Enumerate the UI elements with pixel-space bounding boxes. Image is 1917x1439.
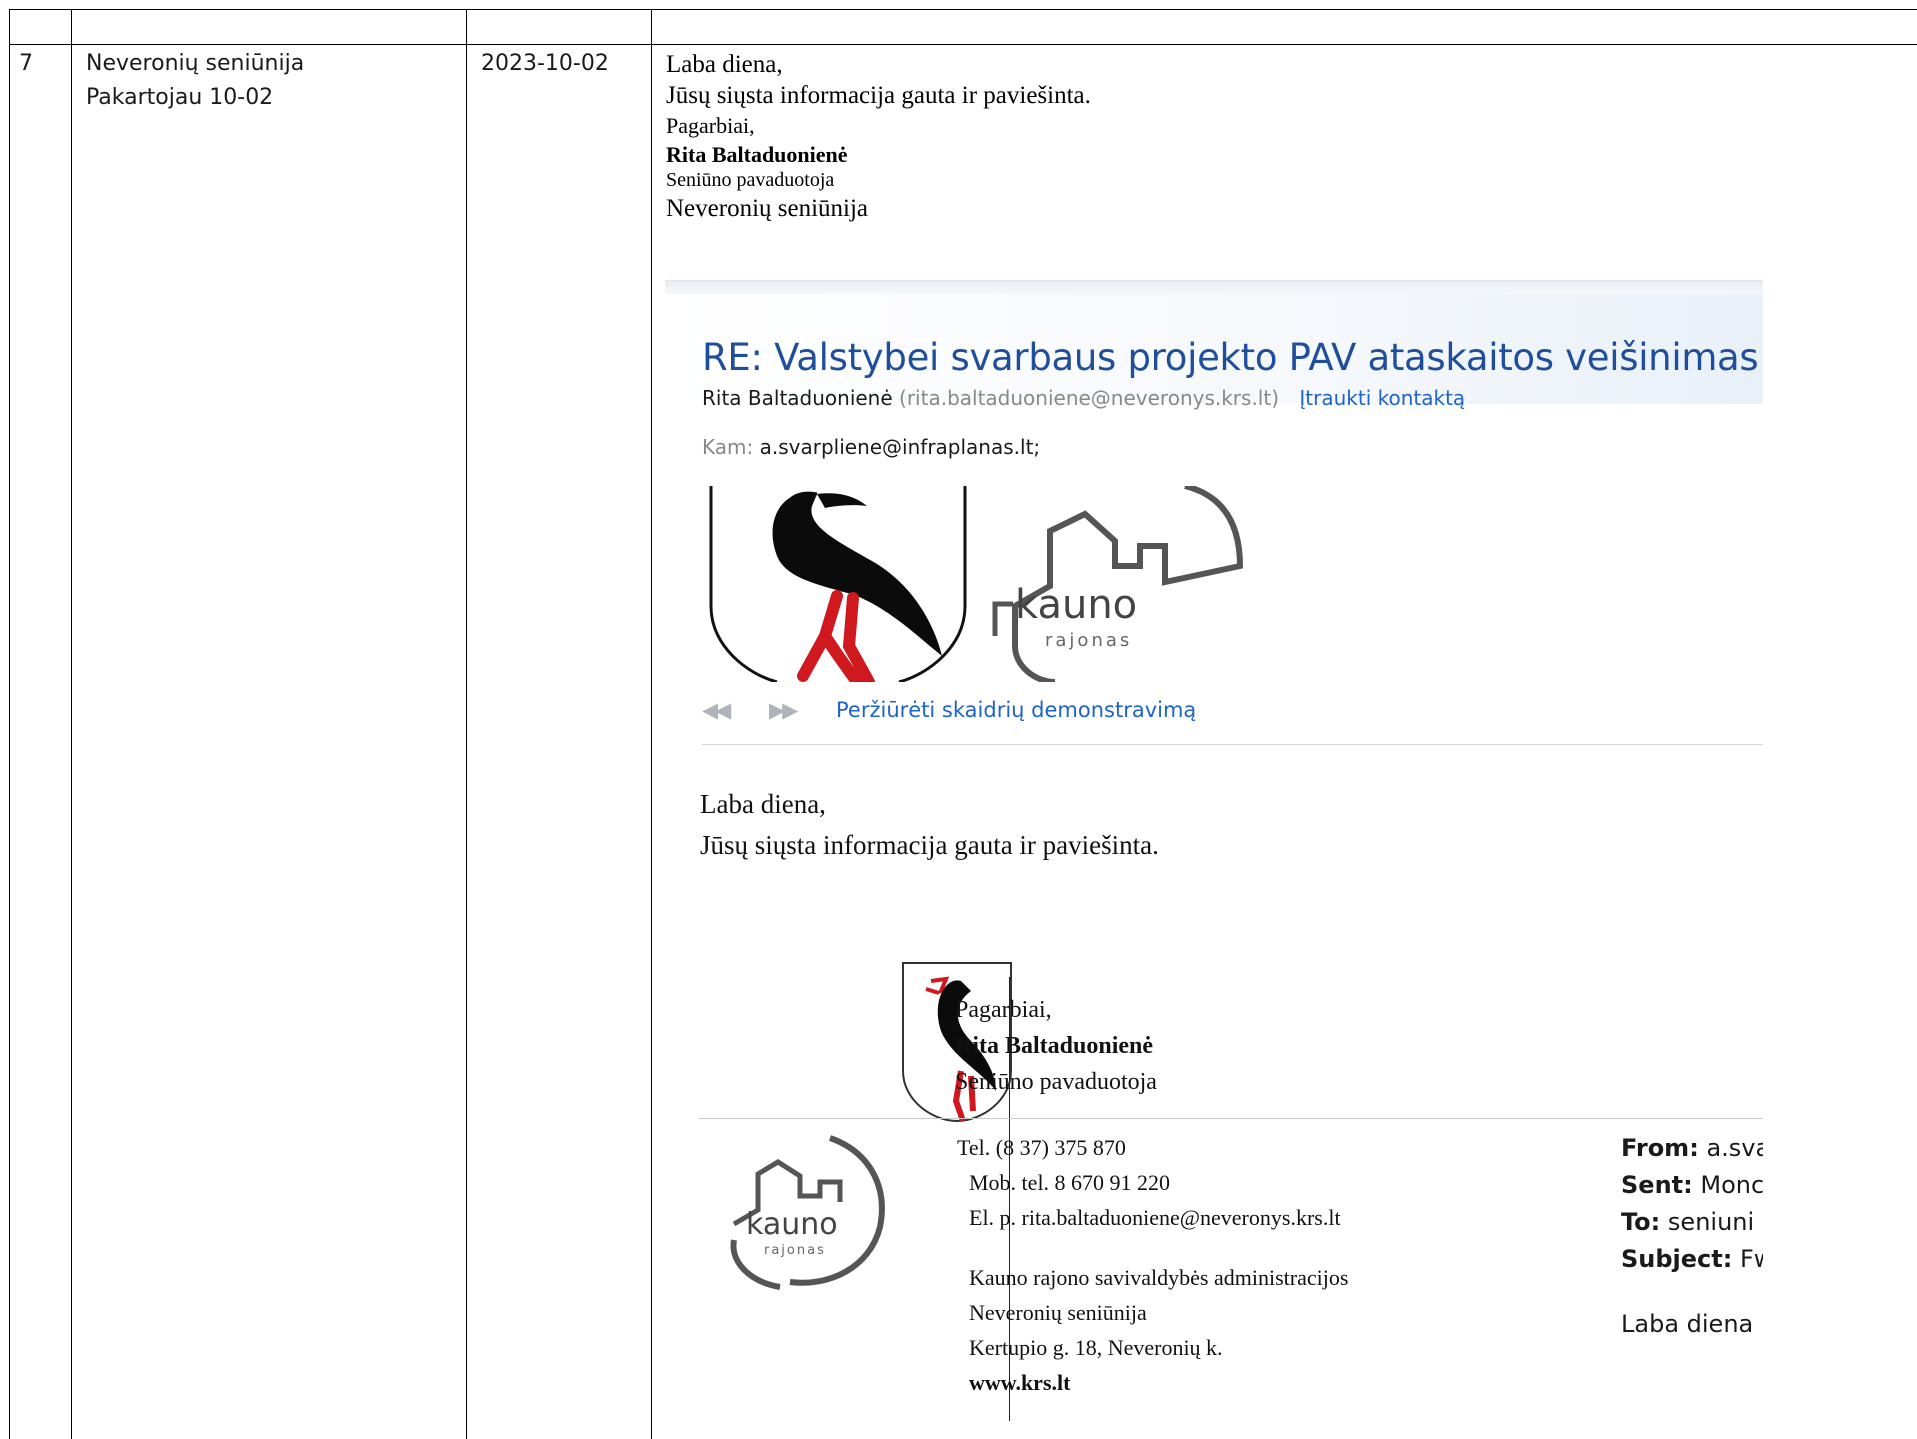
contact-mobile: Mob. tel. 8 670 91 220 — [969, 1170, 1171, 1195]
meta-subject-value: Fw — [1740, 1245, 1763, 1273]
contact-email: El. p. rita.baltaduoniene@neveronys.krs.… — [969, 1205, 1341, 1230]
col-border-1 — [71, 9, 72, 1439]
slideshow-bar: ◀◀ ▶▶ Peržiūrėti skaidrių demonstravimą — [702, 698, 1196, 722]
org-name: Neveronių seniūnija — [86, 51, 305, 76]
view-slideshow-link[interactable]: Peržiūrėti skaidrių demonstravimą — [836, 698, 1196, 722]
email-body: Laba diena, Jūsų siųsta informacija gaut… — [700, 784, 1159, 866]
col-border-3 — [651, 9, 652, 1439]
row-number: 7 — [19, 51, 33, 76]
email-separator — [702, 744, 1763, 745]
kauno-logo-word: kauno — [1015, 582, 1137, 628]
email-sender-name: Rita Baltaduonienė — [702, 386, 893, 410]
letter-signer-name: Rita Baltaduonienė — [666, 142, 848, 167]
meta-sent: Sent: Monc — [1621, 1167, 1763, 1204]
stork-icon — [709, 486, 967, 682]
sig-kauno-logo-word: kauno — [746, 1207, 838, 1242]
meta-from: From: a.sva — [1621, 1130, 1763, 1167]
email-subject: RE: Valstybei svarbaus projekto PAV atas… — [702, 336, 1759, 379]
email-body-greeting: Laba diena, — [700, 789, 826, 819]
sig-regards: Pagarbiai, — [955, 997, 1052, 1023]
kauno-logo-icon: kauno rajonas — [992, 486, 1244, 682]
header-row-bottom — [9, 44, 1917, 45]
letter-regards: Pagarbiai, — [666, 113, 755, 138]
email-to-value: a.svarpliene@infraplanas.lt; — [759, 435, 1041, 459]
signature-separator — [699, 1118, 1763, 1119]
letter-signer-org: Neveronių seniūnija — [666, 195, 869, 222]
forwarded-meta: From: a.sva Sent: Monc To: seniuni Subje… — [1621, 1130, 1763, 1343]
meta-from-label: From: — [1621, 1134, 1699, 1162]
letter-text: Laba diena, Jūsų siųsta informacija gaut… — [666, 49, 1091, 224]
sig-position: Seniūno pavaduotoja — [955, 1069, 1157, 1095]
signature-kauno-logo-icon: kauno rajonas — [730, 1135, 885, 1290]
next-arrow-icon[interactable]: ▶▶ — [769, 698, 798, 722]
email-sender-address: (rita.baltaduoniene@neveronys.krs.lt) — [899, 386, 1280, 410]
table-border-top — [9, 9, 1917, 10]
prev-arrow-icon[interactable]: ◀◀ — [702, 698, 731, 722]
contact-info: Tel. (8 37) 375 870 Mob. tel. 8 670 91 2… — [957, 1130, 1348, 1400]
col-border-2 — [466, 9, 467, 1439]
email-to-label: Kam: — [702, 435, 754, 459]
email-body-line: Jūsų siųsta informacija gauta ir pavieši… — [700, 830, 1159, 860]
col-border-0 — [9, 9, 10, 1439]
contact-address-line1: Kauno rajono savivaldybės administracijo… — [969, 1265, 1349, 1290]
meta-greeting: Laba diena — [1621, 1310, 1754, 1338]
meta-sent-label: Sent: — [1621, 1171, 1693, 1199]
contact-address-line2: Neveronių seniūnija — [969, 1300, 1147, 1325]
kauno-logo-subword: rajonas — [1045, 630, 1132, 651]
org-note: Pakartojau 10-02 — [86, 85, 274, 110]
contact-website: www.krs.lt — [969, 1370, 1071, 1395]
contact-tel: Tel. (8 37) 375 870 — [957, 1135, 1126, 1160]
row-date: 2023-10-02 — [481, 51, 609, 76]
meta-sent-value: Monc — [1700, 1171, 1763, 1199]
meta-from-value: a.sva — [1706, 1134, 1763, 1162]
email-to-line: Kam: a.svarpliene@infraplanas.lt; — [702, 435, 1040, 459]
attachment-thumbnails: kauno rajonas — [707, 486, 1247, 682]
stork-coat-of-arms-thumb[interactable] — [707, 486, 969, 682]
sig-name: Rita Baltaduonienė — [955, 1033, 1154, 1059]
meta-subject: Subject: Fw — [1621, 1241, 1763, 1278]
email-signature: Pagarbiai, Rita Baltaduonienė Seniūno pa… — [955, 992, 1157, 1100]
meta-to-value: seniuni — [1667, 1208, 1755, 1236]
meta-to-label: To: — [1621, 1208, 1661, 1236]
letter-body-line: Jūsų siųsta informacija gauta ir pavieši… — [666, 82, 1091, 109]
add-contact-link[interactable]: Įtraukti kontaktą — [1299, 386, 1465, 410]
email-screenshot: RE: Valstybei svarbaus projekto PAV atas… — [665, 280, 1763, 1421]
sig-kauno-logo-subword: rajonas — [764, 1243, 826, 1258]
meta-subject-label: Subject: — [1621, 1245, 1733, 1273]
letter-signer-position: Seniūno pavaduotoja — [666, 169, 835, 191]
meta-to: To: seniuni — [1621, 1204, 1763, 1241]
email-sender-line: Rita Baltaduonienė (rita.baltaduoniene@n… — [702, 386, 1465, 410]
email-toolbar-strip — [665, 280, 1763, 295]
letter-greeting: Laba diena, — [666, 51, 783, 78]
kauno-rajonas-logo-thumb[interactable]: kauno rajonas — [975, 486, 1247, 682]
contact-address-line3: Kertupio g. 18, Neveronių k. — [969, 1335, 1223, 1360]
